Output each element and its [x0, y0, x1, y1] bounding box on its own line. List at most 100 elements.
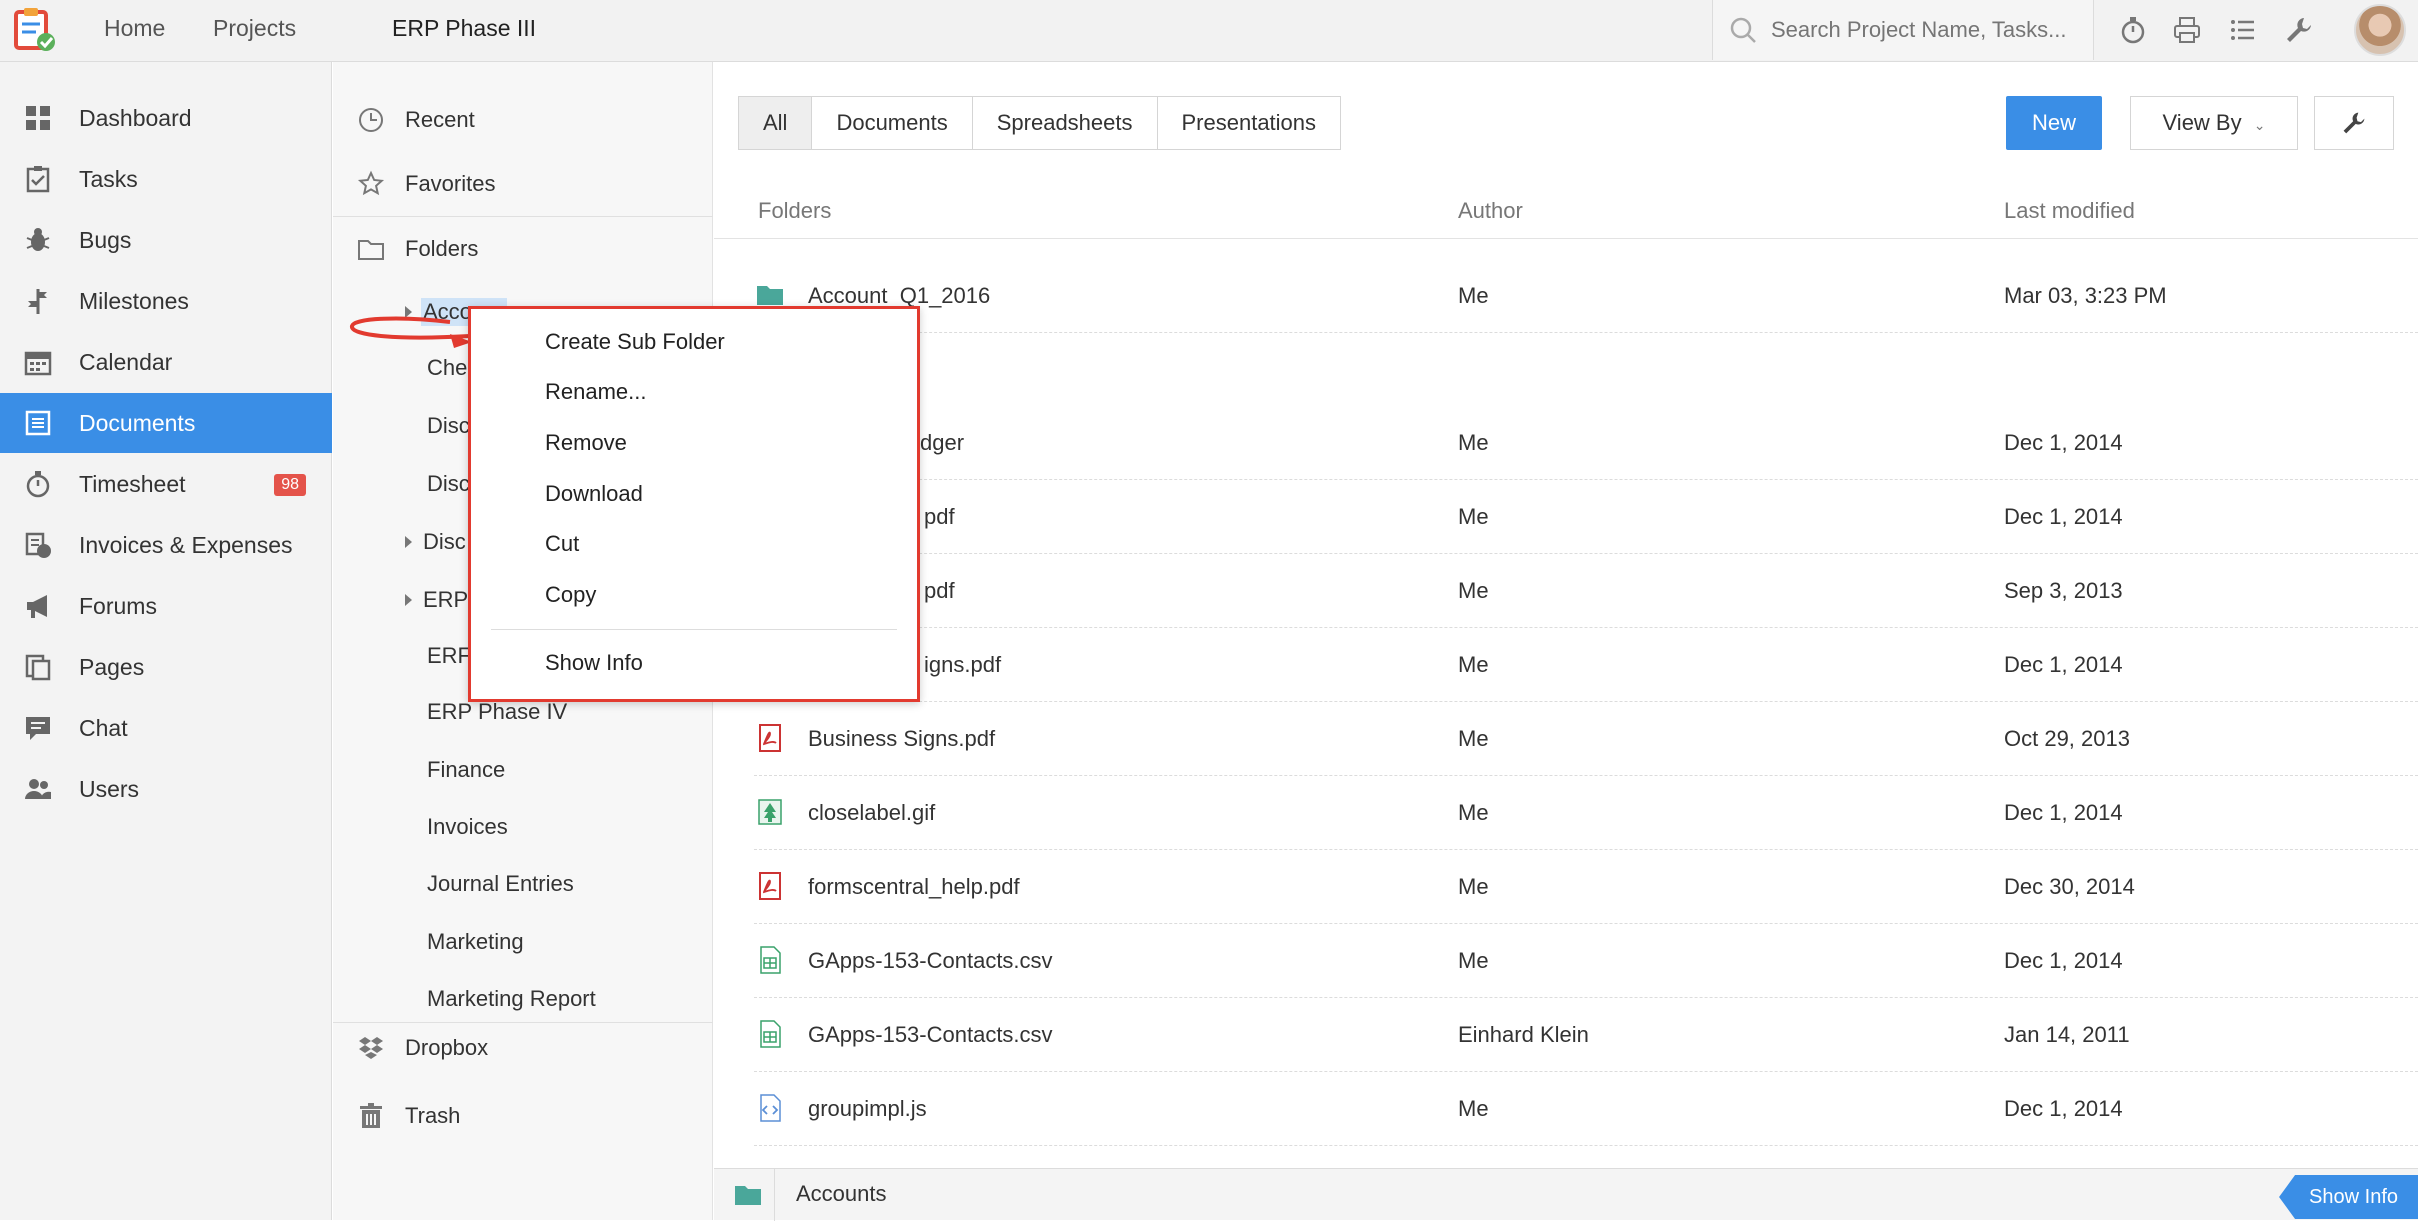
- menu-download[interactable]: Download: [545, 481, 643, 507]
- tree-item-label: Folders: [405, 236, 479, 261]
- tree-item-dropbox[interactable]: Dropbox: [333, 1032, 713, 1068]
- pages-icon: [25, 654, 51, 681]
- search-input[interactable]: [1769, 12, 2085, 48]
- view-by-label: View By: [2162, 110, 2242, 135]
- sidebar-item-label: Bugs: [79, 227, 132, 253]
- sidebar-item-label: Timesheet: [79, 471, 186, 497]
- breadcrumb-current-folder[interactable]: Accounts: [796, 1169, 887, 1219]
- menu-cut[interactable]: Cut: [545, 531, 579, 557]
- tab-spreadsheets[interactable]: Spreadsheets: [972, 97, 1158, 149]
- view-by-dropdown[interactable]: View By ⌄: [2130, 96, 2298, 150]
- sidebar-item-label: Chat: [79, 715, 128, 741]
- tree-folder-item[interactable]: ERF: [427, 642, 471, 670]
- wrench-icon: [2343, 112, 2365, 134]
- sidebar-item-pages[interactable]: Pages: [0, 637, 332, 697]
- column-header-modified[interactable]: Last modified: [2004, 198, 2135, 224]
- list-icon[interactable]: [2228, 15, 2258, 45]
- menu-create-sub-folder[interactable]: Create Sub Folder: [545, 329, 725, 355]
- tree-folder-item[interactable]: Disc: [423, 528, 466, 556]
- new-button[interactable]: New: [2006, 96, 2102, 150]
- sidebar-item-tasks[interactable]: Tasks: [0, 149, 332, 209]
- sidebar-item-invoices[interactable]: Invoices & Expenses: [0, 515, 332, 575]
- column-header-name[interactable]: Folders: [758, 198, 831, 224]
- tree-item-folders[interactable]: Folders: [333, 233, 713, 269]
- row-modified: Mar 03, 3:23 PM: [2004, 283, 2167, 308]
- menu-remove[interactable]: Remove: [545, 430, 627, 456]
- print-icon[interactable]: [2172, 15, 2202, 45]
- folder-context-menu: Create Sub Folder Rename... Remove Downl…: [468, 306, 920, 702]
- sidebar-item-forums[interactable]: Forums: [0, 576, 332, 636]
- sidebar-item-label: Milestones: [79, 288, 189, 314]
- sidebar-item-documents[interactable]: Documents: [0, 393, 332, 453]
- tree-divider: [333, 1022, 713, 1023]
- tree-folder-item[interactable]: Journal Entries: [427, 870, 574, 898]
- sidebar-item-chat[interactable]: Chat: [0, 698, 332, 758]
- row-name: closelabel.gif: [808, 800, 936, 825]
- table-row[interactable]: GApps-153-Contacts.csv Me Dec 1, 2014: [714, 924, 2418, 998]
- table-row[interactable]: pdf Me Dec 1, 2014: [714, 480, 2418, 554]
- show-info-button[interactable]: Show Info: [2279, 1175, 2418, 1219]
- sidebar-item-milestones[interactable]: Milestones: [0, 271, 332, 331]
- tab-all[interactable]: All: [739, 97, 813, 149]
- tree-item-trash[interactable]: Trash: [333, 1100, 713, 1136]
- users-icon: [25, 779, 51, 799]
- project-title[interactable]: ERP Phase III: [392, 0, 536, 56]
- wrench-icon[interactable]: [2284, 15, 2314, 45]
- tree-item-favorites[interactable]: Favorites: [333, 168, 713, 204]
- sidebar-item-label: Users: [79, 776, 140, 802]
- row-name: groupimpl.js: [808, 1096, 927, 1121]
- bug-icon: [26, 228, 50, 251]
- spreadsheet-icon: [760, 946, 781, 974]
- table-row[interactable]: GApps-153-Contacts.csv Einhard Klein Jan…: [714, 998, 2418, 1072]
- table-row[interactable]: groupimpl.js Me Dec 1, 2014: [714, 1072, 2418, 1146]
- tab-documents[interactable]: Documents: [812, 97, 973, 149]
- tree-folder-item[interactable]: Marketing Report: [427, 985, 596, 1013]
- column-header-author[interactable]: Author: [1458, 198, 1523, 224]
- sidebar-item-dashboard[interactable]: Dashboard: [0, 88, 332, 148]
- table-row[interactable]: Business Signs.pdf Me Oct 29, 2013: [714, 702, 2418, 776]
- table-row[interactable]: igns.pdf Me Dec 1, 2014: [714, 628, 2418, 702]
- row-modified: Dec 1, 2014: [2004, 652, 2123, 677]
- timer-icon[interactable]: [2118, 15, 2148, 45]
- search-box[interactable]: [1712, 0, 2094, 60]
- tree-folder-item[interactable]: Disc: [427, 412, 470, 440]
- nav-home-link[interactable]: Home: [104, 0, 165, 62]
- table-row[interactable]: pdf Me Sep 3, 2013: [714, 554, 2418, 628]
- menu-copy[interactable]: Copy: [545, 582, 596, 608]
- row-modified: Dec 1, 2014: [2004, 504, 2123, 529]
- tree-folder-item[interactable]: Invoices: [427, 813, 508, 841]
- tree-item-label: Recent: [405, 107, 475, 132]
- tree-folder-item[interactable]: Disc: [427, 470, 470, 498]
- table-row[interactable]: dger Me Dec 1, 2014: [714, 406, 2418, 480]
- sidebar-item-users[interactable]: Users: [0, 759, 332, 819]
- calendar-icon: [24, 351, 52, 376]
- expand-caret-icon[interactable]: [405, 536, 412, 548]
- sidebar-item-calendar[interactable]: Calendar: [0, 332, 332, 392]
- menu-rename[interactable]: Rename...: [545, 379, 647, 405]
- header-divider: [714, 238, 2418, 239]
- tree-folder-item[interactable]: Finance: [427, 756, 505, 784]
- table-row[interactable]: Account_Q1_2016 Me Mar 03, 3:23 PM: [714, 259, 2418, 333]
- tree-folder-item[interactable]: ERP: [423, 586, 468, 614]
- tree-folder-item[interactable]: Che: [427, 354, 467, 382]
- expand-caret-icon[interactable]: [405, 594, 412, 606]
- table-row[interactable]: formscentral_help.pdf Me Dec 30, 2014: [714, 850, 2418, 924]
- app-logo-icon[interactable]: [8, 6, 60, 56]
- user-avatar[interactable]: [2354, 4, 2406, 56]
- tab-presentations[interactable]: Presentations: [1157, 97, 1341, 149]
- tree-divider: [333, 216, 713, 217]
- sidebar-item-timesheet[interactable]: Timesheet 98: [0, 454, 332, 514]
- nav-projects-link[interactable]: Projects: [213, 0, 296, 62]
- tree-folder-item[interactable]: ERP Phase IV: [427, 698, 567, 726]
- tree-folder-item[interactable]: Marketing: [427, 928, 524, 956]
- sidebar-item-bugs[interactable]: Bugs: [0, 210, 332, 270]
- menu-show-info[interactable]: Show Info: [545, 650, 643, 676]
- row-author: Me: [1458, 726, 1489, 751]
- dropbox-icon: [359, 1037, 383, 1059]
- tree-item-recent[interactable]: Recent: [333, 104, 713, 140]
- table-row[interactable]: closelabel.gif Me Dec 1, 2014: [714, 776, 2418, 850]
- row-author: Me: [1458, 504, 1489, 529]
- sidebar-item-label: Documents: [79, 410, 196, 436]
- filter-tabs: All Documents Spreadsheets Presentations: [738, 96, 1342, 150]
- settings-button[interactable]: [2314, 96, 2394, 150]
